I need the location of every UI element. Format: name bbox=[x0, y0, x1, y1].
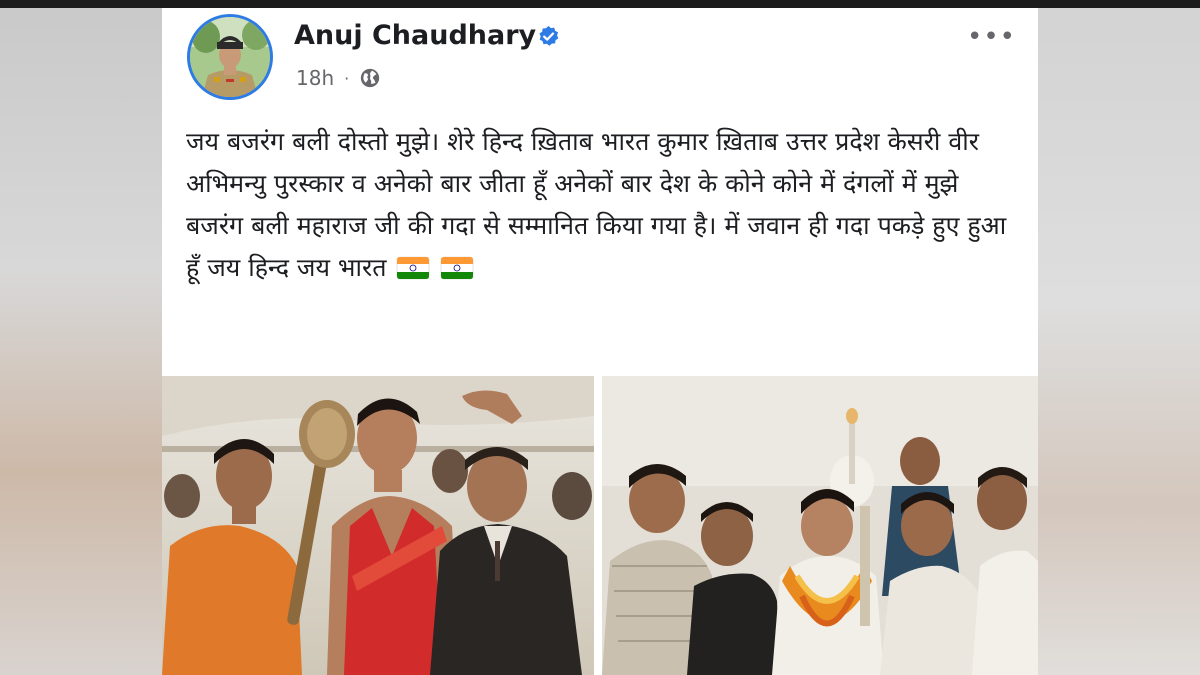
avatar-image bbox=[190, 17, 270, 97]
avatar[interactable] bbox=[187, 14, 273, 100]
video-backdrop: Anuj Chaudhary 18h · ••• जय बजरंग बली दो… bbox=[0, 0, 1200, 675]
post-text-body: जय बजरंग बली दोस्तो मुझे। शेरे हिन्द ख़ि… bbox=[186, 127, 1007, 282]
top-bar bbox=[0, 0, 1200, 8]
post-meta: 18h · bbox=[296, 66, 381, 90]
verified-badge-icon bbox=[539, 25, 559, 46]
photo-image-right bbox=[602, 376, 1038, 675]
wrestler-felicitation-photo[interactable] bbox=[602, 376, 1038, 675]
post-time[interactable]: 18h bbox=[296, 66, 334, 90]
more-options-icon[interactable]: ••• bbox=[967, 22, 1016, 52]
meta-separator: · bbox=[344, 68, 350, 88]
photo-image-left bbox=[162, 376, 594, 675]
facebook-post: Anuj Chaudhary 18h · ••• जय बजरंग बली दो… bbox=[162, 8, 1038, 675]
blurred-background-left bbox=[0, 0, 162, 675]
globe-icon[interactable] bbox=[359, 67, 381, 89]
post-text: जय बजरंग बली दोस्तो मुझे। शेरे हिन्द ख़ि… bbox=[186, 121, 1016, 289]
blurred-background-right bbox=[1038, 0, 1200, 675]
india-flag-icon bbox=[397, 256, 430, 280]
india-flag-icon bbox=[441, 256, 474, 280]
author-name[interactable]: Anuj Chaudhary bbox=[294, 20, 536, 51]
wrestler-with-mace-photo[interactable] bbox=[162, 376, 594, 675]
